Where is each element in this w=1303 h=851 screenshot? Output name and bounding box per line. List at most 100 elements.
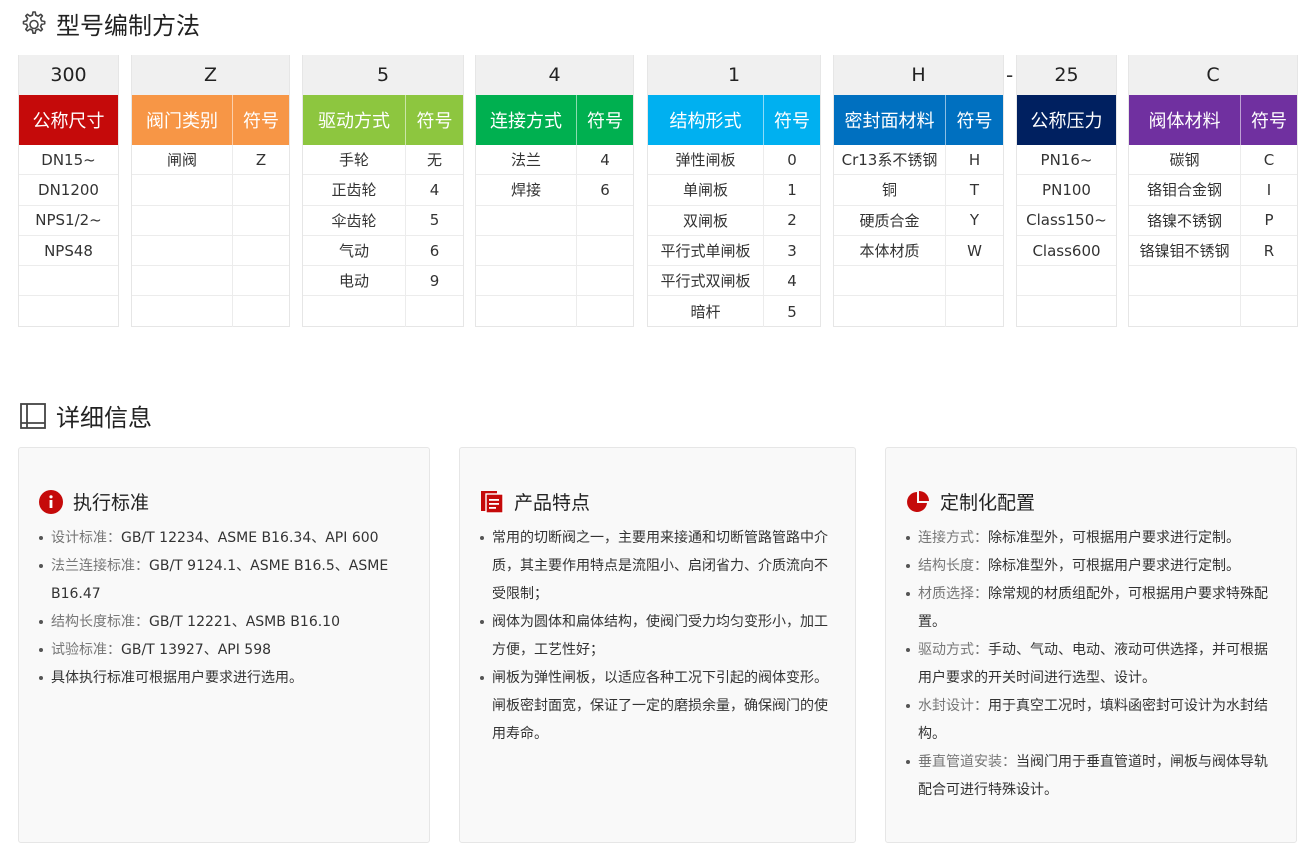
option-label: 碳钢 [1169,151,1200,170]
section-title-text: 型号编制方法 [56,12,200,40]
table-row: 正齿轮 4 [303,175,463,206]
option-label: 平行式单闸板 [660,242,751,261]
table-row: 气动 6 [303,235,463,267]
option-label: 暗杆 [690,303,721,322]
table-row: 平行式单闸板 3 [648,235,820,267]
option-label: 闸阀 [166,151,197,170]
item-key: 结构长度标准： [51,614,149,630]
table-row [1129,296,1297,327]
option-symbol: 5 [763,296,820,327]
option-symbol: R [1240,235,1297,266]
group-header-label: 阀体材料 [1148,111,1221,132]
option-label: 铬钼合金钢 [1146,181,1222,200]
option-label [19,266,118,295]
section-title-details: 详细信息 [18,398,152,433]
option-label [132,296,232,326]
table-row: 伞齿轮 5 [303,205,463,236]
table-row: PN100 [1017,175,1116,206]
code-value: C [1129,55,1297,95]
table-row: 单闸板 1 [648,175,820,206]
item-key: 试验标准： [51,642,121,658]
option-symbol: 5 [405,205,463,235]
group-header: 阀门类别 符号 [132,95,289,145]
group-header: 密封面材料 符号 [834,95,1003,145]
list-item: 水封设计：用于真空工况时，填料函密封可设计为水封结构。 [906,692,1278,748]
item-key: 材质选择： [918,586,988,602]
option-symbol: C [1240,145,1297,175]
section-title-text: 详细信息 [56,404,152,432]
item-key: 结构长度： [918,558,988,574]
table-row: 硬质合金 Y [834,205,1003,236]
option-label: Class600 [1032,241,1101,260]
option-label: Class150~ [1026,211,1107,230]
card-title: 产品特点 [514,492,591,514]
table-row: 暗杆 5 [648,296,820,327]
option-label [1017,266,1116,295]
option-label: 铬镍不锈钢 [1146,211,1222,230]
table-row: 铬镍不锈钢 P [1129,205,1297,236]
option-label: 电动 [338,272,369,291]
option-label: 正齿轮 [331,181,377,200]
card-header: 定制化配置 [906,488,1035,515]
book-icon [20,402,46,429]
option-label: 焊接 [510,181,541,200]
item-value: GB/T 12234、ASME B16.34、API 600 [121,530,379,546]
option-symbol: Z [232,145,289,175]
table-row: 闸阀 Z [132,145,289,176]
list-item: 闸板为弹性闸板，以适应各种工况下引起的阀体变形。闸板密封面宽，保证了一定的磨损余… [480,664,837,748]
group-header-symbol: 符号 [576,95,633,145]
code-value: 5 [303,55,463,95]
option-label [476,206,576,235]
option-label: PN100 [1042,180,1091,199]
option-label [132,236,232,265]
table-row: 焊接 6 [476,175,633,206]
item-key: 水封设计： [918,698,988,714]
item-key: 法兰连接标准： [51,558,149,574]
group-header-label: 结构形式 [669,111,742,132]
info-icon [39,489,63,514]
table-row: NPS1/2~ [19,206,118,236]
option-label: 双闸板 [682,211,728,230]
option-symbol [232,296,289,327]
list-item: 阀体为圆体和扁体结构，使阀门受力均匀变形小，加工方便，工艺性好； [480,608,837,664]
option-label: NPS1/2~ [35,211,102,230]
option-label: 铜 [881,181,897,200]
table-row [834,266,1003,297]
table-row: NPS48 [19,236,118,267]
table-row [476,296,633,327]
table-row [132,296,289,327]
table-row [834,296,1003,327]
option-label [476,296,576,326]
option-label [132,266,232,295]
card-list: 常用的切断阀之一，主要用来接通和切断管路管路中介质，其主要作用特点是流阻小、启闭… [480,524,837,748]
list-item: 垂直管道安装：当阀门用于垂直管道时，闸板与阀体导轨配合可进行特殊设计。 [906,748,1278,804]
option-label [1017,296,1116,326]
list-item: 材质选择：除常规的材质组配外，可根据用户要求特殊配置。 [906,580,1278,636]
section-title-model-coding: 型号编制方法 [18,6,200,41]
code-value: 25 [1017,55,1116,95]
group-header-label: 连接方式 [490,111,562,132]
option-symbol: 1 [763,175,820,205]
option-symbol [232,175,289,205]
item-value: GB/T 13927、API 598 [121,642,272,658]
item-value: 具体执行标准可根据用户要求进行选用。 [51,670,303,686]
option-label [834,296,945,326]
table-row: 法兰 4 [476,145,633,176]
code-group-2: Z 阀门类别 符号 闸阀 Z [131,55,290,327]
option-symbol [1240,266,1297,296]
table-row [1129,266,1297,297]
detail-card-2: 产品特点常用的切断阀之一，主要用来接通和切断管路管路中介质，其主要作用特点是流阻… [459,447,856,843]
list-item: 常用的切断阀之一，主要用来接通和切断管路管路中介质，其主要作用特点是流阻小、启闭… [480,524,837,608]
table-row: 碳钢 C [1129,145,1297,176]
option-label: DN1200 [38,180,99,199]
option-symbol: 4 [405,175,463,205]
table-row [476,235,633,267]
code-value: 1 [648,55,820,95]
option-label: 铬镍钼不锈钢 [1139,242,1230,261]
option-symbol: 4 [576,145,633,175]
option-label: 单闸板 [682,181,728,200]
option-label [1129,266,1240,295]
table-row: 铜T [834,175,1003,206]
item-value: 除标准型外，可根据用户要求进行定制。 [988,558,1240,574]
option-symbol: 4 [763,266,820,296]
